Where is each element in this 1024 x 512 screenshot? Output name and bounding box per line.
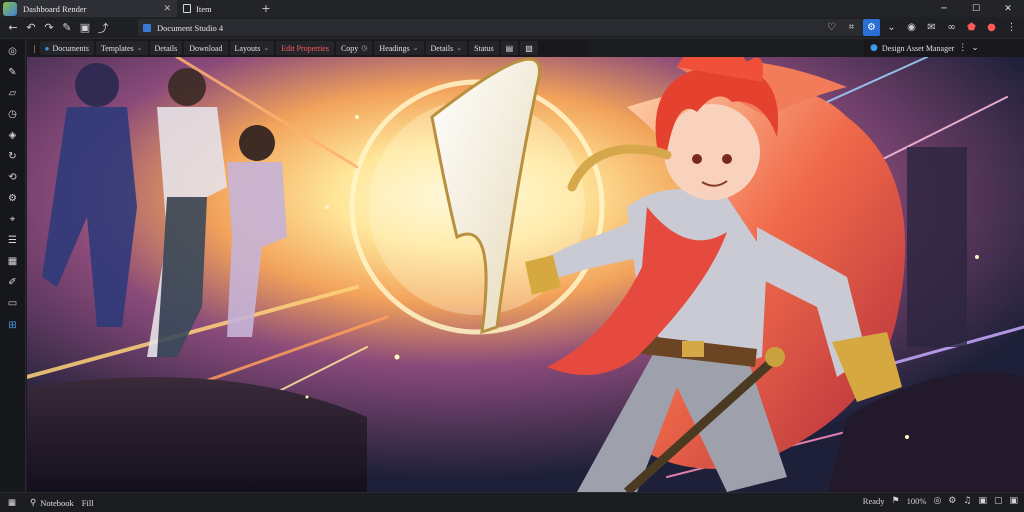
maximize-button[interactable]: ☐ <box>960 0 992 17</box>
address-bar[interactable]: Document Studio 4 <box>138 19 866 36</box>
redo-icon[interactable]: ↷ <box>40 19 58 37</box>
toolbar-item[interactable]: Details ⌄ <box>425 41 468 55</box>
toolbar-right: ● Design Asset Manager ⋮ ⌄ <box>864 39 1024 57</box>
tab-second[interactable]: Item <box>177 0 259 17</box>
chevron-down-icon: ⌄ <box>263 44 270 52</box>
toolbar-item[interactable]: Details <box>149 41 183 55</box>
grid-icon[interactable]: ▦ <box>8 497 16 508</box>
sidebar-toggle-icon[interactable]: | <box>32 41 38 55</box>
chevron-down-icon: ⌄ <box>412 44 419 52</box>
chevron-down-icon[interactable]: ⌄ <box>971 43 979 53</box>
share-icon[interactable]: ⤴ <box>94 19 112 37</box>
brush-icon[interactable]: ✎ <box>6 66 19 79</box>
sync-icon[interactable]: ⟲ <box>6 171 19 184</box>
bookmark-icon[interactable]: ♡ <box>823 19 840 36</box>
fullscreen-icon[interactable]: ▣ <box>1009 496 1018 506</box>
menu-icon[interactable]: ⋮ <box>958 43 967 53</box>
account-icon[interactable]: ● <box>983 19 1000 36</box>
image-icon[interactable]: ▣ <box>978 496 987 506</box>
status-item[interactable]: ⚲ Notebook <box>30 497 74 508</box>
extension-icon[interactable]: ⚙ <box>863 19 880 36</box>
list-icon[interactable]: ☰ <box>6 234 19 247</box>
mail-icon[interactable]: ✉ <box>923 19 940 36</box>
toolbar-item[interactable]: ● Documents <box>39 41 94 55</box>
status-text: Ready <box>862 496 885 506</box>
home-icon[interactable]: ◎ <box>6 45 19 58</box>
folder-icon[interactable]: ▱ <box>6 87 19 100</box>
settings-icon[interactable]: ⚙ <box>6 192 19 205</box>
tab-close-icon[interactable]: ✕ <box>163 3 171 14</box>
status-bar: ▦ ⚲ Notebook Fill Ready ⚑ 100% ◎ ⚙ ♫ ▣ ▢… <box>0 492 1024 512</box>
tab-active[interactable]: Dashboard Render ✕ <box>17 0 177 17</box>
cloud-icon[interactable]: ● <box>870 43 878 53</box>
artwork-canvas[interactable] <box>27 57 1024 492</box>
save-icon[interactable]: ▣ <box>76 19 94 37</box>
image-icon[interactable]: ▧ <box>520 41 538 55</box>
toolbar-item-highlight[interactable]: Edit Properties <box>276 41 334 55</box>
status-right: Ready ⚑ 100% ◎ ⚙ ♫ ▣ ▢ ▣ <box>863 496 1018 506</box>
flag-icon[interactable]: ⚑ <box>892 496 900 506</box>
left-sidebar: ◎ ✎ ▱ ◷ ◈ ↻ ⟲ ⚙ ⌖ ☰ ▦ ✐ ▭ ⊞ <box>0 39 26 492</box>
extension-tray: ♡ ⌗ ⚙ ⌄ ◉ ✉ ∞ ⬟ ● ⋮ <box>823 19 1020 36</box>
toolbar-item[interactable]: Headings ⌄ <box>374 41 424 55</box>
new-tab-button[interactable]: + <box>259 2 273 15</box>
tag-icon[interactable]: ⌖ <box>6 213 19 226</box>
menu-icon[interactable]: ⋮ <box>1003 19 1020 36</box>
app-logo-icon <box>3 1 17 16</box>
address-text: Document Studio 4 <box>157 22 224 33</box>
bell-icon[interactable]: ♫ <box>963 496 971 506</box>
refresh-icon[interactable]: ↻ <box>6 150 19 163</box>
globe-icon: ● <box>44 43 50 53</box>
toolbar-right-label[interactable]: Design Asset Manager <box>882 44 954 53</box>
toolbar-item[interactable]: Download <box>184 41 228 55</box>
chevron-down-icon: ⌄ <box>136 44 143 52</box>
title-bar: Dashboard Render ✕ Item + ─ ☐ ✕ <box>0 0 1024 17</box>
globe-icon[interactable]: ◉ <box>903 19 920 36</box>
pen-icon[interactable]: ✎ <box>58 19 76 37</box>
tab-title: Dashboard Render <box>23 3 87 14</box>
grid-icon[interactable]: ▦ <box>6 255 19 268</box>
page-icon <box>183 4 191 13</box>
back-arrow-icon[interactable]: ← <box>4 19 22 37</box>
calendar-icon[interactable]: ▤ <box>500 41 519 55</box>
navigation-bar: ← ↶ ↷ ✎ ▣ ⤴ Document Studio 4 ♡ ⌗ ⚙ ⌄ ◉ … <box>0 17 1024 39</box>
layers-icon[interactable]: ◈ <box>6 129 19 142</box>
close-window-button[interactable]: ✕ <box>992 0 1024 17</box>
toolbar-item[interactable]: Copy ◷ <box>335 41 373 55</box>
status-item[interactable]: Fill <box>82 498 94 508</box>
clock-icon: ◷ <box>361 44 368 52</box>
history-icon[interactable]: ◷ <box>6 108 19 121</box>
pin-icon: ⚲ <box>30 497 37 507</box>
bookmarks-toolbar: | ● Documents Templates ⌄ Details Download… <box>28 39 588 57</box>
undo-icon[interactable]: ↶ <box>22 19 40 37</box>
chevron-down-icon: ⌄ <box>456 44 463 52</box>
minimize-button[interactable]: ─ <box>928 0 960 17</box>
zoom-level[interactable]: 100% <box>907 496 927 506</box>
glasses-icon[interactable]: ∞ <box>943 19 960 36</box>
settings-icon[interactable]: ⚙ <box>948 496 956 506</box>
toolbar-item[interactable]: Status <box>469 41 499 55</box>
toolbar-item[interactable]: Layouts ⌄ <box>229 41 275 55</box>
add-icon[interactable]: ⊞ <box>6 319 19 332</box>
tag-icon[interactable]: ⌗ <box>843 19 860 36</box>
window-controls: ─ ☐ ✕ <box>928 0 1024 17</box>
toolbar-item[interactable]: Templates ⌄ <box>95 41 148 55</box>
alert-icon[interactable]: ⬟ <box>963 19 980 36</box>
edit-icon[interactable]: ✐ <box>6 276 19 289</box>
window-icon[interactable]: ▢ <box>994 496 1003 506</box>
monitor-icon[interactable]: ▭ <box>6 297 19 310</box>
page-icon <box>143 23 151 32</box>
anime-illustration <box>27 57 1024 492</box>
tab-title: Item <box>196 3 212 14</box>
compass-icon[interactable]: ◎ <box>933 496 941 506</box>
chevron-down-icon[interactable]: ⌄ <box>883 19 900 36</box>
